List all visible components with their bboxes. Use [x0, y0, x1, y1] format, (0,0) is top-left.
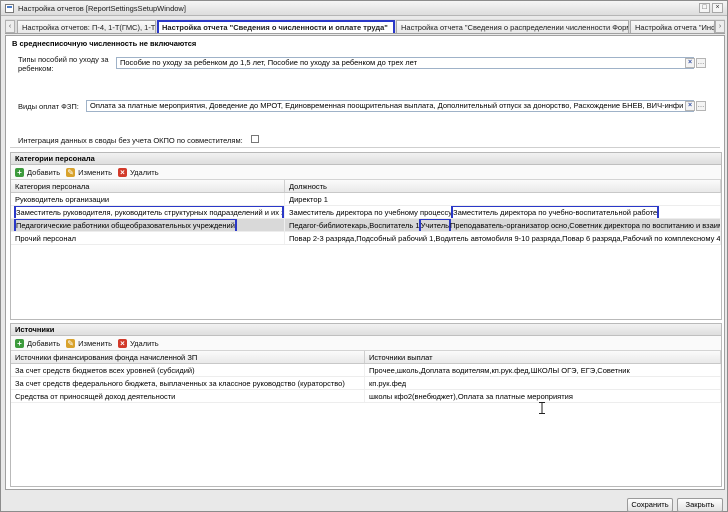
tab-scroll-left-icon[interactable]: ‹ — [5, 20, 15, 33]
categories-panel: Категории персонала + Добавить ✎ Изменить … — [10, 152, 722, 320]
delete-button[interactable]: × Удалить — [118, 338, 159, 348]
select-ellipsis-icon[interactable]: … — [696, 101, 706, 111]
benefit-types-field[interactable]: Пособие по уходу за ребенком до 1,5 лет,… — [116, 57, 694, 69]
column-header-position[interactable]: Должность — [285, 180, 721, 192]
fieldset-legend: В среднесписочную численность не включаю… — [12, 39, 197, 48]
benefit-types-label: Типы пособий по уходу за ребенком: — [18, 55, 109, 73]
payment-types-field[interactable]: Оплата за платные мероприятия, Доведение… — [86, 100, 694, 112]
tab-report-p4[interactable]: Настройка отчетов: П-4, 1-Т(ГМС), 1-Т — [17, 20, 156, 33]
table-row[interactable]: Средства от приносящей доход деятельност… — [11, 390, 721, 403]
sources-grid-header: Источники финансирования фонда начисленн… — [11, 351, 721, 364]
tab-headcount-and-pay[interactable]: Настройка отчета "Сведения о численности… — [157, 20, 395, 33]
delete-button[interactable]: × Удалить — [118, 167, 159, 177]
add-icon: + — [15, 167, 24, 177]
close-icon[interactable]: × — [712, 3, 723, 13]
tab-bar: ‹ Настройка отчетов: П-4, 1-Т(ГМС), 1-Т … — [5, 19, 725, 34]
edit-button[interactable]: ✎ Изменить — [66, 338, 112, 348]
column-header-payment-source[interactable]: Источники выплат — [365, 351, 721, 363]
table-row[interactable]: За счет средств федерального бюджета, вы… — [11, 377, 721, 390]
maximize-icon[interactable]: □ — [699, 3, 710, 13]
sources-toolbar: + Добавить ✎ Изменить × Удалить — [11, 336, 721, 351]
window-title: Настройка отчетов [ReportSettingsSetupWi… — [18, 3, 186, 13]
tab-content: В среднесписочную численность не включаю… — [5, 35, 725, 490]
add-button[interactable]: + Добавить — [15, 338, 60, 348]
title-bar: Настройка отчетов [ReportSettingsSetupWi… — [1, 1, 727, 16]
payment-types-label: Виды оплат ФЗП: — [18, 102, 79, 111]
add-button[interactable]: + Добавить — [15, 167, 60, 177]
categories-header: Категории персонала — [11, 153, 721, 165]
clear-icon[interactable]: × — [685, 101, 695, 111]
text-cursor-icon — [539, 402, 545, 414]
position-highlight: Заместитель директора по учебно-воспитат… — [451, 206, 660, 218]
category-highlight: Заместитель руководителя, руководитель с… — [14, 206, 284, 218]
delete-icon: × — [118, 167, 127, 177]
excluded-fieldset: В среднесписочную численность не включаю… — [10, 39, 720, 148]
window-icon — [5, 3, 14, 13]
tab-headcount-distribution[interactable]: Настройка отчета "Сведения о распределен… — [396, 20, 629, 33]
save-button[interactable]: Сохранить — [627, 498, 673, 512]
categories-grid-header: Категория персонала Должность — [11, 180, 721, 193]
add-icon: + — [15, 338, 24, 348]
table-row[interactable]: Прочий персонал Повар 2-3 разряда,Подсоб… — [11, 232, 721, 245]
column-header-funding-source[interactable]: Источники финансирования фонда начисленн… — [11, 351, 365, 363]
categories-toolbar: + Добавить ✎ Изменить × Удалить — [11, 165, 721, 180]
edit-button[interactable]: ✎ Изменить — [66, 167, 112, 177]
tab-info[interactable]: Настройка отчета "Инфор — [630, 20, 715, 33]
table-row[interactable]: Заместитель руководителя, руководитель с… — [11, 206, 721, 219]
edit-icon: ✎ — [66, 167, 76, 177]
table-row[interactable]: За счет средств бюджетов всех уровней (с… — [11, 364, 721, 377]
window-controls: □ × — [699, 3, 723, 13]
sources-header: Источники — [11, 324, 721, 336]
position-highlight: Учитель — [418, 219, 452, 231]
table-row[interactable]: Педагогические работники общеобразовател… — [11, 219, 721, 232]
close-button[interactable]: Закрыть — [677, 498, 723, 512]
integration-checkbox[interactable] — [251, 135, 259, 143]
edit-icon: ✎ — [66, 338, 76, 348]
column-header-category[interactable]: Категория персонала — [11, 180, 285, 192]
tab-scroll-right-icon[interactable]: › — [715, 20, 725, 33]
select-ellipsis-icon[interactable]: … — [696, 58, 706, 68]
clear-icon[interactable]: × — [685, 58, 695, 68]
table-row[interactable]: Руководитель организации Директор 1 — [11, 193, 721, 206]
sources-panel: Источники + Добавить ✎ Изменить × Удалить И… — [10, 323, 722, 487]
report-settings-window: Настройка отчетов [ReportSettingsSetupWi… — [0, 0, 728, 512]
integration-label: Интеграция данных в своды без учета ОКПО… — [18, 136, 243, 145]
delete-icon: × — [118, 338, 127, 348]
category-highlight: Педагогические работники общеобразовател… — [14, 219, 237, 231]
